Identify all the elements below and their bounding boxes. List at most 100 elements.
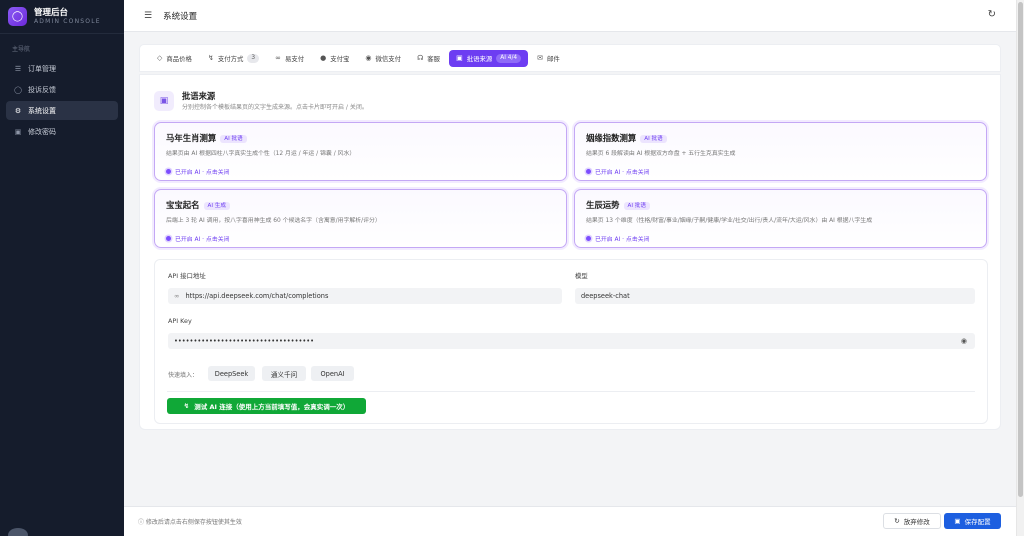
sidebar-item-settings[interactable]: ⚙ 系统设置	[6, 101, 118, 120]
endpoint-input[interactable]: ∞ https://api.deepseek.com/chat/completi…	[168, 288, 562, 304]
sidebar-item-password[interactable]: ▣ 修改密码	[6, 122, 118, 141]
status-dot-icon	[586, 169, 591, 174]
api-key-input[interactable]: •••••••••••••••••••••••••••••••••••• ◉	[168, 333, 975, 349]
status-dot-icon	[166, 169, 171, 174]
footer-hint: ⓘ 修改后请点击右侧保存按钮使其生效	[138, 517, 242, 526]
card-birth-fortune[interactable]: 生辰运势 AI 批语 结果页 13 个维度（性格/财富/事业/姻缘/子嗣/健康/学…	[574, 189, 987, 248]
card-tag: AI 批语	[623, 202, 650, 210]
card-title-wrap: 姻缘指数测算 AI 批语	[586, 132, 667, 144]
quick-fill-label: 快速填入：	[168, 372, 199, 379]
card-title: 宝宝起名	[166, 200, 200, 210]
card-status-text: 已开启 AI · 点击关闭	[175, 237, 230, 243]
tab-mail[interactable]: ✉ 邮件	[530, 50, 567, 67]
tab-label: 支付方式	[217, 54, 244, 63]
quick-fill-qwen-button[interactable]: 通义千问	[262, 366, 306, 381]
link-icon: ∞	[275, 54, 281, 62]
app-subtitle: ADMIN CONSOLE	[34, 17, 101, 25]
card-description: 后端上 3 轮 AI 调用，按八字喜用神生成 60 个候选名字（含寓意/用字解析…	[166, 218, 381, 224]
card-title: 马年生肖测算	[166, 133, 217, 143]
comment-source-panel: ▣ 批语来源 分别控制各个模板结果页的文字生成来源。点击卡片即可开启 / 关闭。…	[139, 74, 1001, 430]
tab-product-price[interactable]: ◇ 商品价格	[150, 50, 199, 67]
undo-icon: ↻	[894, 517, 900, 525]
tab-label: 支付宝	[330, 54, 350, 63]
quick-fill-deepseek-button[interactable]: DeepSeek	[208, 366, 255, 381]
card-title-wrap: 宝宝起名 AI 生成	[166, 199, 230, 211]
avatar[interactable]	[8, 528, 28, 536]
model-label: 模型	[575, 272, 588, 280]
lightning-icon: ↯	[183, 402, 190, 410]
card-tag: AI 生成	[203, 202, 230, 210]
page-title: 系统设置	[163, 11, 198, 22]
robot-icon: ▣	[154, 91, 174, 111]
topbar: ☰ 系统设置 ↻	[124, 0, 1016, 32]
app-title: 管理后台	[34, 7, 69, 18]
model-input[interactable]: deepseek-chat	[575, 288, 975, 304]
card-description: 结果页由 AI 根据四柱八字真实生成个性（12 月运 / 年运 / 锦囊 / 风…	[166, 151, 356, 157]
card-baby-naming[interactable]: 宝宝起名 AI 生成 后端上 3 轮 AI 调用，按八字喜用神生成 60 个候选名…	[154, 189, 567, 248]
discard-button[interactable]: ↻ 放弃修改	[883, 513, 941, 529]
card-status: 已开启 AI · 点击关闭	[586, 167, 650, 176]
card-description: 结果页 13 个维度（性格/财富/事业/姻缘/子嗣/健康/学业/社交/出行/贵人…	[586, 218, 873, 224]
discard-label: 放弃修改	[903, 518, 930, 526]
endpoint-value: https://api.deepseek.com/chat/completion…	[185, 292, 329, 300]
card-description: 结果页 6 段解读由 AI 根据双方命盘 + 五行生克真实生成	[586, 151, 736, 157]
tab-customer-service[interactable]: ☊ 客服	[410, 50, 447, 67]
card-title-wrap: 马年生肖测算 AI 批语	[166, 132, 247, 144]
tab-label: 邮件	[546, 54, 560, 63]
card-status-text: 已开启 AI · 点击关闭	[595, 237, 650, 243]
headset-icon: ☊	[417, 54, 424, 62]
tag-icon: ◇	[157, 54, 163, 62]
sidebar-item-label: 订单管理	[28, 64, 56, 73]
tab-label: 易支付	[284, 54, 305, 63]
quick-fill-openai-button[interactable]: OpenAI	[311, 366, 354, 381]
tab-label: 客服	[427, 54, 441, 63]
test-button-label: 测试 AI 连接（使用上方当前填写值，会真实调一次）	[194, 403, 350, 411]
tab-easy-pay[interactable]: ∞ 易支付	[268, 50, 311, 67]
card-tag: AI 批语	[220, 135, 247, 143]
settings-tabs: ◇ 商品价格 ↯ 支付方式 3 ∞ 易支付 ● 支付宝 ◉ 微信支付 ☊ 客服 ▣ 批语来源 AI…	[139, 44, 1001, 72]
menu-toggle-icon[interactable]: ☰	[144, 11, 152, 21]
card-status-text: 已开启 AI · 点击关闭	[175, 170, 230, 176]
tab-label: 商品价格	[166, 54, 192, 63]
lightning-icon: ↯	[207, 54, 214, 62]
save-config-button[interactable]: ▣ 保存配置	[944, 513, 1001, 529]
sidebar-item-orders[interactable]: ☰ 订单管理	[6, 59, 118, 78]
scrollbar-thumb[interactable]	[1018, 2, 1023, 497]
card-title-wrap: 生辰运势 AI 批语	[586, 199, 650, 211]
sidebar-item-complaints[interactable]: ◯ 投诉反馈	[6, 80, 118, 99]
save-icon: ▣	[954, 517, 961, 525]
card-status: 已开启 AI · 点击关闭	[166, 167, 230, 176]
tab-alipay[interactable]: ● 支付宝	[313, 50, 356, 67]
card-tag: AI 批语	[640, 135, 667, 143]
eye-off-icon[interactable]: ◉	[961, 337, 967, 345]
mail-icon: ✉	[537, 54, 543, 62]
api-key-value: ••••••••••••••••••••••••••••••••••••	[174, 337, 315, 345]
sidebar-item-label: 投诉反馈	[28, 85, 56, 94]
sidebar-section-label: 主导航	[12, 46, 31, 53]
api-key-label: API Key	[168, 317, 192, 325]
sidebar: ◯ 管理后台 ADMIN CONSOLE 主导航 ☰ 订单管理 ◯ 投诉反馈 ⚙…	[0, 0, 124, 536]
tab-payment-methods[interactable]: ↯ 支付方式 3	[201, 50, 266, 67]
divider	[167, 391, 975, 392]
tab-wechat-pay[interactable]: ◉ 微信支付	[358, 50, 408, 67]
card-marriage-index[interactable]: 姻缘指数测算 AI 批语 结果页 6 段解读由 AI 根据双方命盘 + 五行生克真…	[574, 122, 987, 181]
api-config-form: API 接口地址 ∞ https://api.deepseek.com/chat…	[154, 259, 988, 424]
tab-label: 批语来源	[466, 54, 493, 63]
scrollbar[interactable]	[1016, 0, 1024, 536]
tab-comment-source[interactable]: ▣ 批语来源 AI 4/4	[449, 49, 529, 67]
sidebar-item-label: 系统设置	[28, 106, 56, 115]
list-icon: ☰	[14, 64, 22, 73]
status-dot-icon	[166, 236, 171, 241]
gear-icon: ⚙	[14, 106, 22, 115]
card-status: 已开启 AI · 点击关闭	[586, 234, 650, 243]
card-title: 姻缘指数测算	[586, 133, 637, 143]
card-zodiac-horse[interactable]: 马年生肖测算 AI 批语 结果页由 AI 根据四柱八字真实生成个性（12 月运 /…	[154, 122, 567, 181]
section-title: 批语来源	[182, 91, 216, 101]
sidebar-item-label: 修改密码	[28, 127, 56, 136]
test-ai-connection-button[interactable]: ↯ 测试 AI 连接（使用上方当前填写值，会真实调一次）	[167, 398, 366, 414]
lightbulb-icon: ◯	[8, 7, 27, 26]
refresh-icon[interactable]: ↻	[988, 9, 996, 20]
brand[interactable]: ◯ 管理后台 ADMIN CONSOLE	[0, 0, 124, 33]
chat-bubble-icon: ◯	[14, 85, 22, 94]
info-icon: ⓘ	[138, 519, 146, 526]
